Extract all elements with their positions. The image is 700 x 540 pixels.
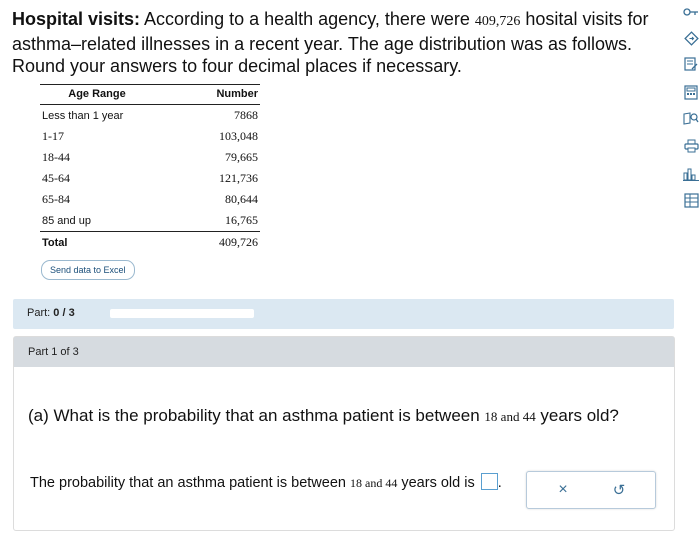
search-book-icon[interactable] (683, 110, 699, 126)
calculator-icon[interactable] (683, 84, 699, 100)
table-row: 45-64 121,736 (40, 168, 260, 189)
number-cell: 103,048 (219, 129, 258, 143)
number-cell: 7868 (234, 108, 258, 122)
total-label: Total (40, 231, 154, 253)
data-table-icon[interactable] (683, 192, 699, 208)
answer-range: 18 and 44 (350, 476, 398, 490)
age-cell: Less than 1 year (42, 109, 124, 122)
age-cell: 85 and up (42, 214, 91, 227)
question-panel: Part 1 of 3 (a) What is the probability … (13, 336, 675, 531)
total-value: 409,726 (154, 231, 260, 253)
table-total-row: Total 409,726 (40, 231, 260, 253)
problem-statement: Hospital visits: According to a health a… (12, 8, 672, 77)
progress-track (110, 309, 254, 318)
diamond-arrow-icon[interactable] (683, 30, 699, 46)
answer-prefix: The probability that an asthma patient i… (30, 475, 350, 491)
question-prefix: (a) What is the probability that an asth… (28, 406, 485, 425)
table-header-row: Age Range Number (40, 84, 260, 105)
number-cell: 121,736 (219, 171, 258, 185)
age-cell: 18-44 (42, 150, 70, 164)
clear-button[interactable]: × (553, 480, 573, 500)
table-row: 1-17 103,048 (40, 126, 260, 147)
key-icon[interactable] (683, 4, 699, 20)
send-to-excel-button[interactable]: Send data to Excel (41, 260, 135, 280)
age-cell: 65-84 (42, 192, 70, 206)
number-cell: 80,644 (225, 192, 258, 206)
answer-actions: × ↺ (526, 471, 656, 509)
table-row: 85 and up 16,765 (40, 210, 260, 232)
number-cell: 79,665 (225, 150, 258, 164)
age-distribution-table: Age Range Number Less than 1 year 7868 1… (40, 84, 260, 253)
part-label: Part: (27, 307, 51, 319)
printer-icon[interactable] (683, 138, 699, 154)
part-progress-bar: Part: 0 / 3 (13, 299, 674, 329)
question-suffix: years old? (535, 406, 619, 425)
part-count: 0 / 3 (53, 307, 75, 319)
table-row: 65-84 80,644 (40, 189, 260, 210)
question-range: 18 and 44 (484, 409, 536, 424)
undo-button[interactable]: ↺ (609, 480, 629, 500)
problem-total: 409,726 (474, 14, 521, 29)
answer-end: . (497, 475, 502, 491)
part-progress-label: Part: 0 / 3 (27, 307, 75, 319)
question-text: (a) What is the probability that an asth… (28, 405, 638, 428)
bar-chart-icon[interactable] (683, 166, 699, 182)
header-age-range: Age Range (40, 84, 154, 105)
part-header: Part 1 of 3 (14, 337, 674, 367)
age-cell: 1-17 (42, 129, 64, 143)
table-row: Less than 1 year 7868 (40, 105, 260, 127)
answer-mid: years old is (397, 475, 479, 491)
header-number: Number (154, 84, 260, 105)
notes-icon[interactable] (683, 56, 699, 72)
problem-title: Hospital visits: (12, 9, 141, 29)
problem-text-a: According to a health agency, there were (140, 9, 475, 29)
age-cell: 45-64 (42, 171, 70, 185)
answer-sentence: The probability that an asthma patient i… (30, 473, 510, 493)
part-header-label: Part 1 of 3 (28, 346, 79, 358)
table-row: 18-44 79,665 (40, 147, 260, 168)
number-cell: 16,765 (225, 213, 258, 227)
tool-sidebar (681, 0, 700, 220)
answer-input[interactable] (480, 473, 498, 490)
